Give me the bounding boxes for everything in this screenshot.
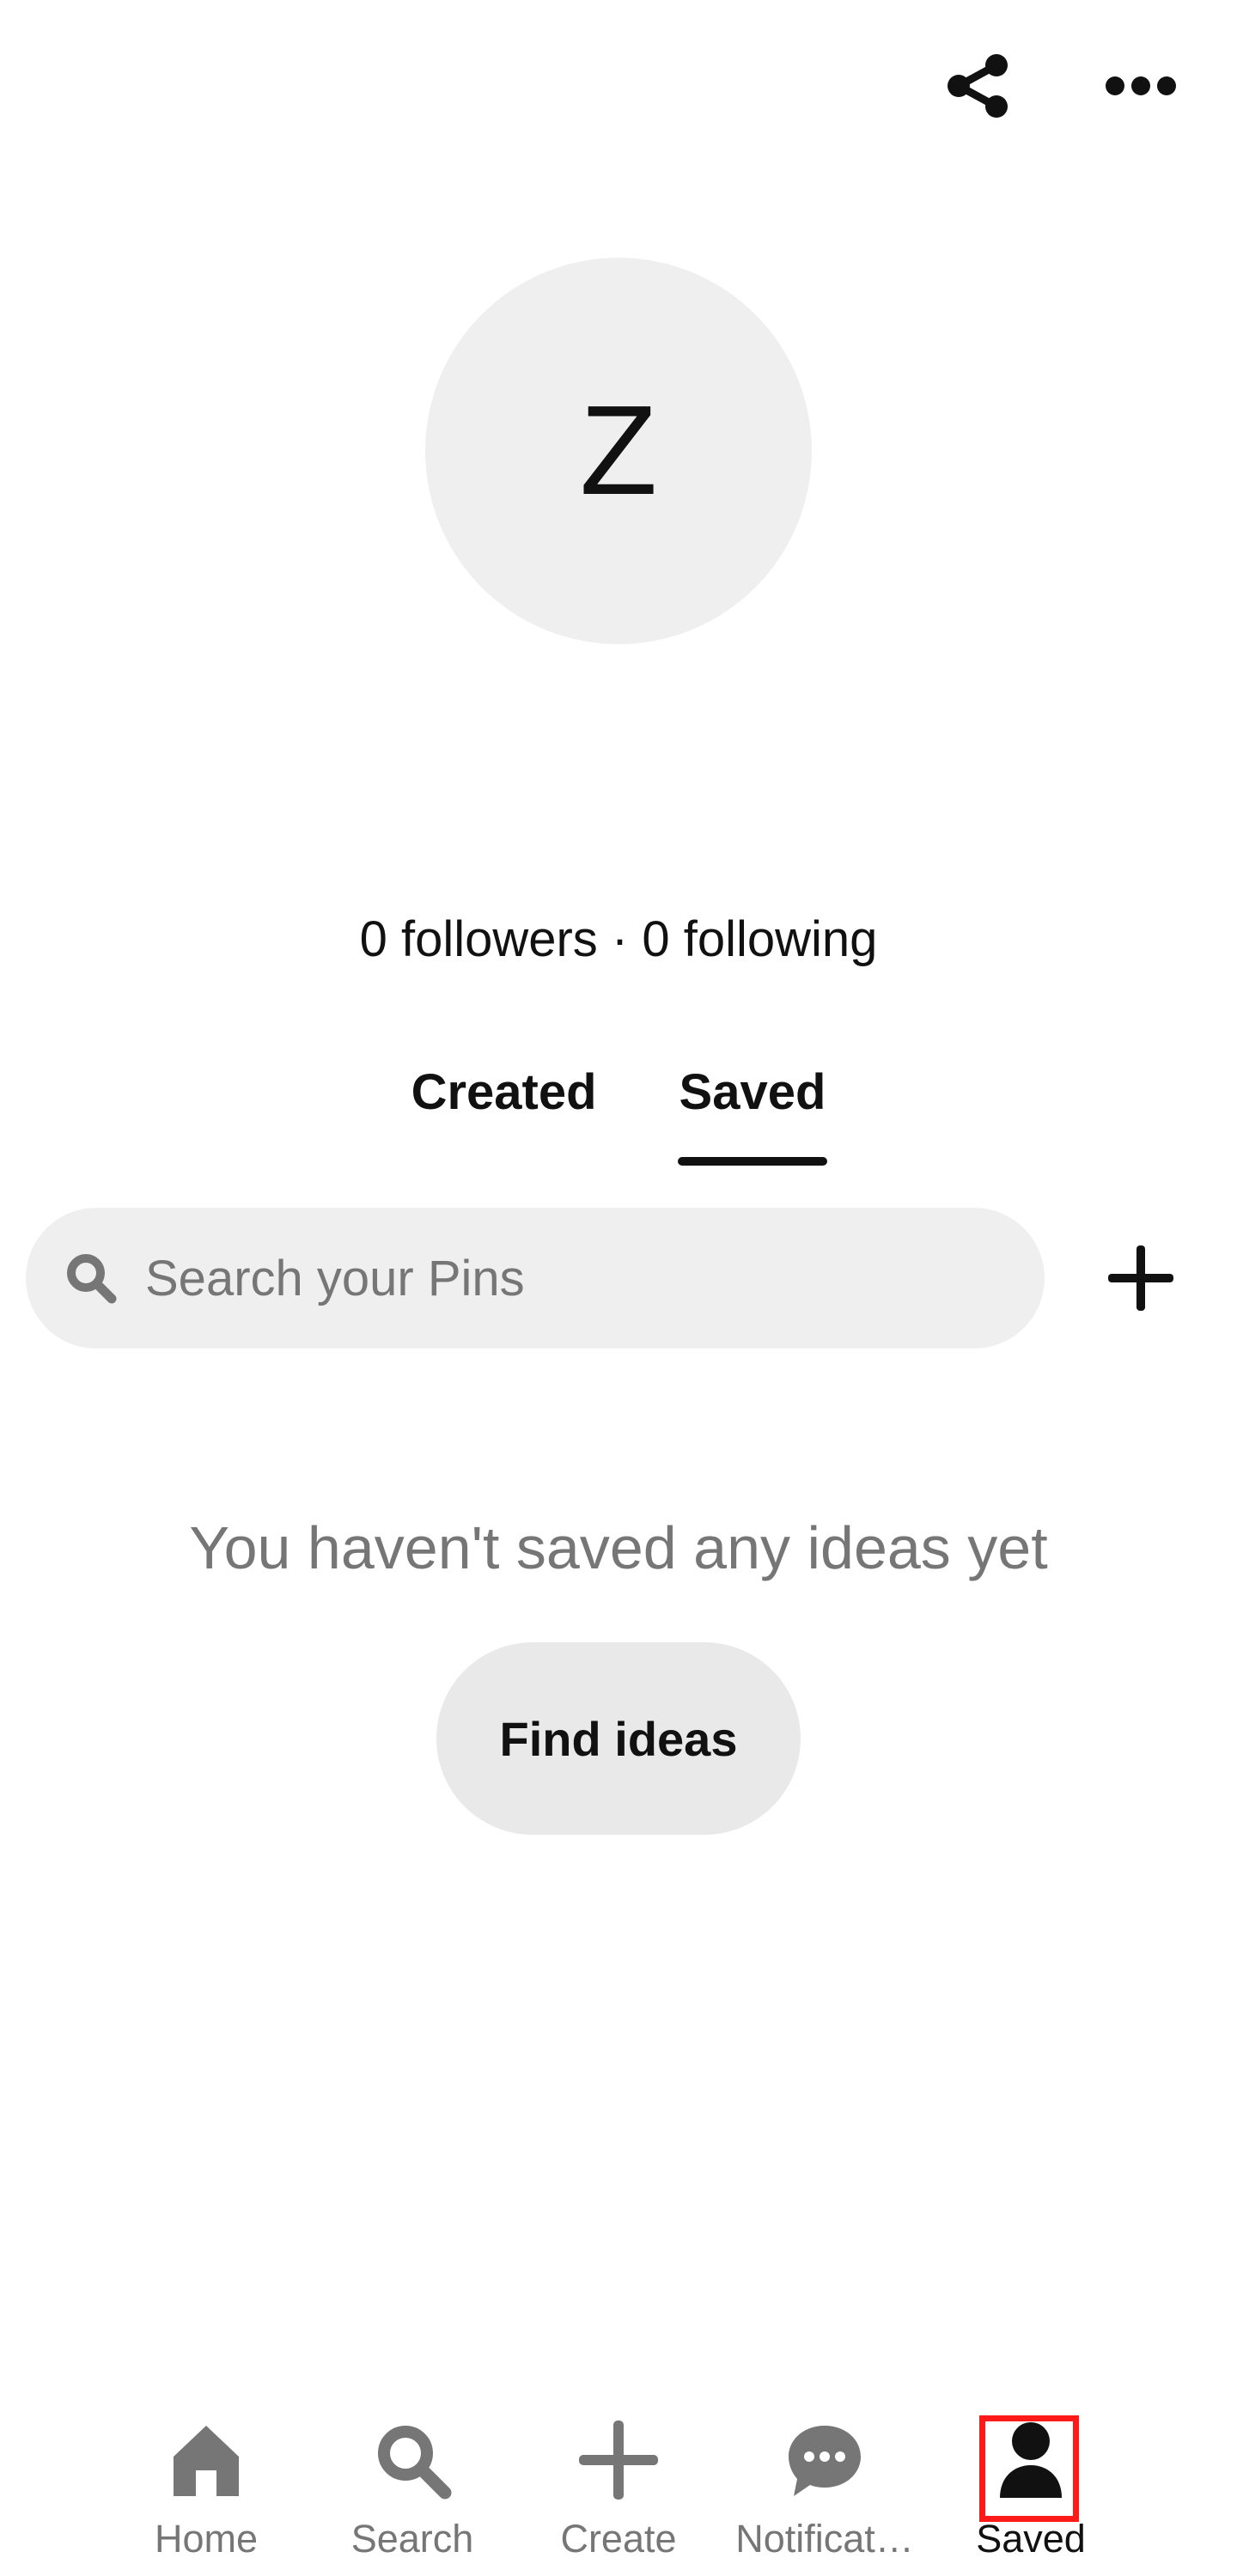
active-tab-indicator: [677, 1157, 828, 1166]
tab-created-label: Created: [411, 1064, 597, 1120]
search-icon: [67, 1254, 117, 1304]
search-pins-field[interactable]: [26, 1208, 1045, 1349]
nav-item-notifications[interactable]: Notificat…: [722, 2405, 928, 2576]
share-icon: [948, 54, 1008, 118]
plus-icon: [579, 2421, 658, 2500]
home-icon: [174, 2426, 239, 2496]
profile-icon: [1000, 2422, 1062, 2498]
follower-stats[interactable]: 0 followers · 0 following: [0, 910, 1237, 968]
profile-page: Z 0 followers · 0 following Created Save…: [0, 0, 1237, 2576]
plus-icon: [1108, 1245, 1173, 1311]
find-ideas-button[interactable]: Find ideas: [436, 1642, 801, 1835]
add-button[interactable]: [1098, 1235, 1184, 1321]
nav-label-home: Home: [154, 2517, 259, 2561]
nav-item-saved[interactable]: Saved: [928, 2405, 1134, 2576]
empty-state-message: You haven't saved any ideas yet: [189, 1514, 1048, 1581]
tab-saved-label: Saved: [679, 1064, 826, 1120]
nav-label-saved: Saved: [976, 2517, 1086, 2561]
profile-tabs: Created Saved: [0, 1063, 1237, 1166]
nav-label-search: Search: [350, 2517, 474, 2561]
nav-item-create[interactable]: Create: [515, 2405, 722, 2576]
share-button[interactable]: [939, 47, 1016, 125]
search-icon: [378, 2426, 452, 2500]
more-options-button[interactable]: [1102, 47, 1179, 125]
search-pins-input[interactable]: [145, 1249, 1004, 1307]
avatar-letter: Z: [579, 380, 658, 521]
avatar[interactable]: Z: [425, 258, 812, 644]
nav-label-notifications: Notificat…: [735, 2517, 914, 2561]
tab-created[interactable]: Created: [410, 1063, 599, 1121]
nav-item-search[interactable]: Search: [309, 2405, 515, 2576]
tab-saved[interactable]: Saved: [677, 1063, 828, 1166]
nav-item-home[interactable]: Home: [103, 2405, 309, 2576]
nav-label-create: Create: [560, 2517, 677, 2561]
more-horizontal-icon: [1106, 76, 1176, 95]
chat-bubble-icon: [789, 2426, 861, 2496]
bottom-nav: Home Search Create Notificat… Saved: [0, 2405, 1237, 2576]
